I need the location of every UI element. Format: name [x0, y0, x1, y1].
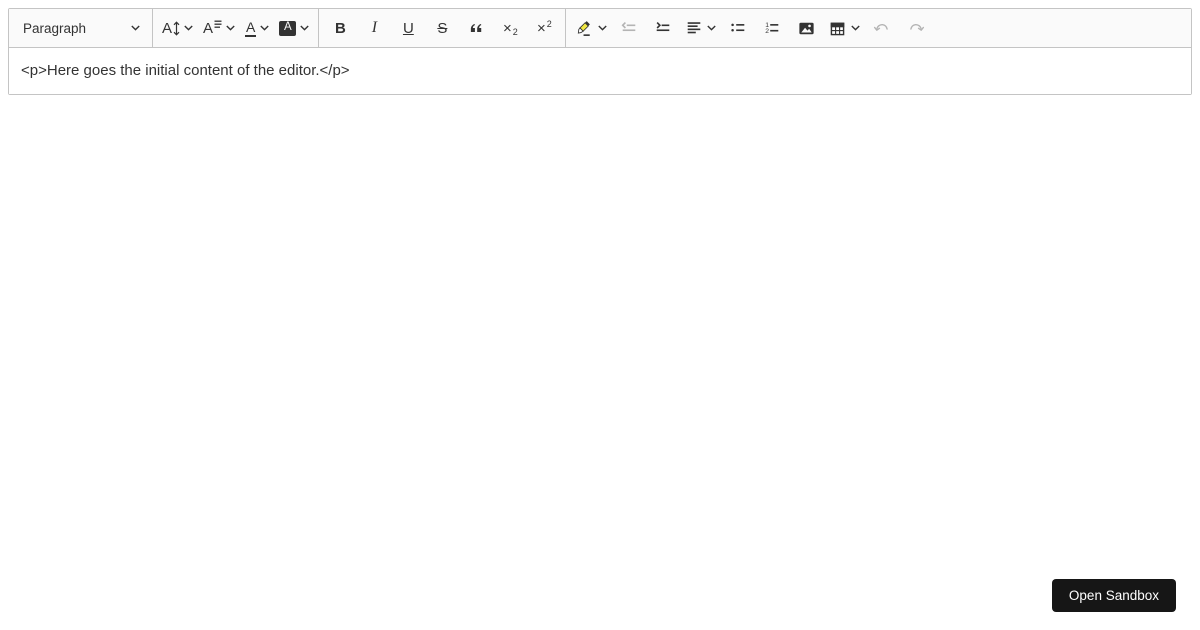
- chevron-down-icon: [260, 25, 270, 31]
- toolbar-group: 12: [566, 13, 937, 43]
- undo-icon: [873, 19, 891, 37]
- chevron-down-icon: [707, 25, 717, 31]
- superscript-button[interactable]: × 2: [529, 13, 559, 43]
- italic-button[interactable]: I: [359, 13, 389, 43]
- underline-button[interactable]: U: [393, 13, 423, 43]
- insert-table-icon: [828, 19, 847, 38]
- outdent-button: [614, 13, 644, 43]
- chevron-down-icon: [131, 25, 140, 31]
- redo-button: [901, 13, 931, 43]
- font-family-icon: A: [203, 19, 222, 37]
- italic-icon: I: [371, 19, 378, 36]
- undo-button: [867, 13, 897, 43]
- strikethrough-button[interactable]: S: [427, 13, 457, 43]
- font-color-button[interactable]: A: [242, 13, 272, 43]
- highlight-icon: [575, 19, 594, 38]
- font-color-icon: A: [245, 18, 257, 37]
- editor-paragraph: <p>Here goes the initial content of the …: [21, 62, 350, 79]
- indent-button[interactable]: [648, 13, 678, 43]
- redo-icon: [907, 19, 925, 37]
- superscript-icon: × 2: [536, 18, 552, 37]
- numbered-list-icon: 12: [763, 19, 781, 37]
- bulleted-list-icon: [729, 19, 747, 37]
- svg-text:2: 2: [766, 28, 770, 35]
- chevron-down-icon: [851, 25, 861, 31]
- editor-toolbar: Paragraph A A A A B I U S × 2 × 2 1 2: [9, 9, 1191, 48]
- font-background-color-icon: A: [279, 20, 297, 36]
- chevron-down-icon: [598, 25, 608, 31]
- numbered-list-button[interactable]: 12: [757, 13, 787, 43]
- rich-text-editor: Paragraph A A A A B I U S × 2 × 2 1 2 <p>Here goes th…: [8, 8, 1192, 95]
- bulleted-list-button[interactable]: [723, 13, 753, 43]
- heading-dropdown-label: Paragraph: [23, 20, 87, 36]
- bold-button[interactable]: B: [325, 13, 355, 43]
- insert-image-icon: [797, 19, 816, 38]
- chevron-down-icon: [226, 25, 235, 31]
- text-alignment-button[interactable]: [682, 13, 719, 43]
- chevron-down-icon: [300, 25, 310, 31]
- editor-content[interactable]: <p>Here goes the initial content of the …: [9, 48, 1191, 94]
- subscript-button[interactable]: × 2: [495, 13, 525, 43]
- chevron-down-icon: [184, 25, 193, 31]
- toolbar-group: B I U S × 2 × 2: [319, 13, 565, 43]
- font-size-icon: A: [162, 21, 180, 36]
- font-size-button[interactable]: A: [159, 13, 196, 43]
- strikethrough-icon: S: [437, 19, 448, 37]
- underline-icon: U: [402, 19, 414, 37]
- insert-image-button[interactable]: [791, 13, 821, 43]
- font-background-color-button[interactable]: A: [276, 13, 312, 43]
- toolbar-group: AAAA: [153, 13, 318, 43]
- open-sandbox-button[interactable]: Open Sandbox: [1051, 579, 1176, 612]
- font-family-button[interactable]: A: [200, 13, 238, 43]
- text-alignment-icon: [685, 19, 703, 37]
- subscript-icon: × 2: [502, 19, 518, 37]
- highlight-button[interactable]: [572, 13, 610, 43]
- block-quote-button[interactable]: [461, 13, 491, 43]
- block-quote-icon: [467, 19, 485, 37]
- bold-icon: B: [334, 19, 346, 37]
- insert-table-button[interactable]: [825, 13, 863, 43]
- outdent-icon: [620, 19, 638, 37]
- indent-icon: [654, 19, 672, 37]
- heading-dropdown[interactable]: Paragraph: [9, 9, 152, 47]
